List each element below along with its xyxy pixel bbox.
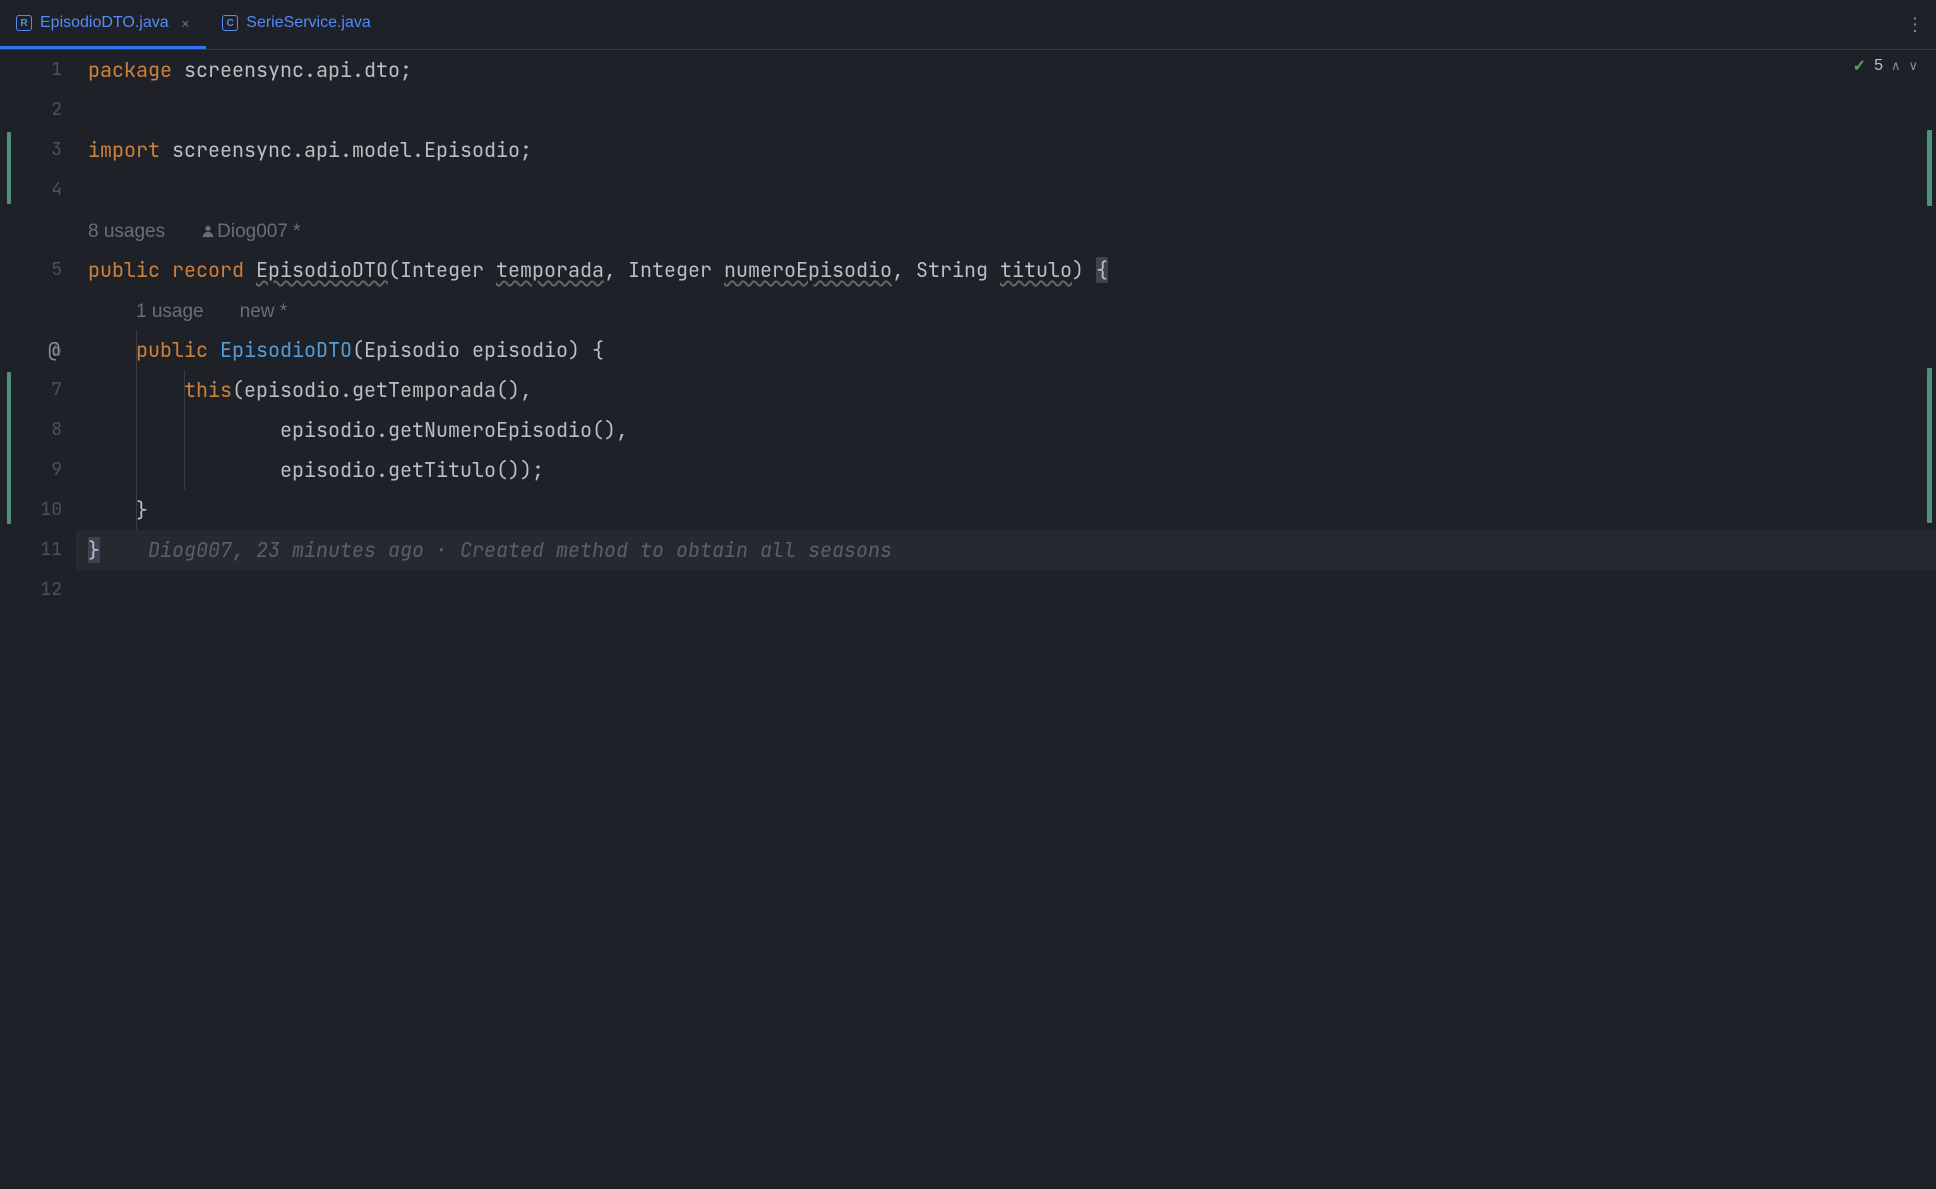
line-number[interactable]: 7 [0, 370, 76, 410]
java-record-icon: R [16, 15, 32, 31]
code-line[interactable]: package screensync.api.dto; [76, 50, 1936, 90]
code-line[interactable]: public record EpisodioDTO(Integer tempor… [76, 250, 1936, 290]
line-number-gutter: 1 2 3 4 5 6@ 7 8 9 10 11 12 [0, 50, 76, 1189]
line-number[interactable]: 6@ [0, 330, 76, 370]
code-line[interactable] [76, 170, 1936, 210]
java-class-icon: C [222, 15, 238, 31]
override-annotation-icon[interactable]: @ [48, 330, 60, 370]
vcs-added-marker[interactable] [7, 372, 11, 524]
code-line[interactable] [76, 570, 1936, 610]
tab-label: SerieService.java [246, 14, 371, 32]
code-line[interactable]: public EpisodioDTO(Episodio episodio) { [76, 330, 1936, 370]
tab-serieservice[interactable]: C SerieService.java [206, 0, 387, 49]
line-number[interactable]: 9 [0, 450, 76, 490]
line-number[interactable]: 11 [0, 530, 76, 570]
vcs-added-marker-right[interactable] [1927, 368, 1932, 523]
close-icon[interactable]: × [181, 13, 191, 34]
line-number[interactable]: 2 [0, 90, 76, 130]
code-line[interactable]: } [76, 490, 1936, 530]
right-gutter [1922, 50, 1936, 1189]
line-number[interactable]: 4 [0, 170, 76, 210]
line-number[interactable]: 3 [0, 130, 76, 170]
editor-tab-bar: R EpisodioDTO.java × C SerieService.java… [0, 0, 1936, 50]
code-line[interactable]: this(episodio.getTemporada(), [76, 370, 1936, 410]
line-number[interactable]: 5 [0, 250, 76, 290]
code-line-current[interactable]: } Diog007, 23 minutes ago · Created meth… [76, 530, 1936, 570]
usage-hint[interactable]: 8 usages Diog007 * [76, 210, 1936, 250]
vcs-added-marker-right[interactable] [1927, 130, 1932, 206]
line-number[interactable]: 8 [0, 410, 76, 450]
git-blame-annotation[interactable]: Diog007, 23 minutes ago · Created method… [148, 537, 892, 563]
code-line[interactable] [76, 90, 1936, 130]
editor-area: ✓ 5 ∧ ∨ 1 2 3 4 5 6@ 7 8 9 10 11 12 pack… [0, 50, 1936, 1189]
code-area[interactable]: package screensync.api.dto; import scree… [76, 50, 1936, 1189]
tab-label: EpisodioDTO.java [40, 14, 169, 32]
line-number[interactable]: 10 [0, 490, 76, 530]
more-tabs-icon[interactable]: ⋮ [1906, 13, 1924, 36]
gutter-spacer [0, 290, 76, 330]
code-line[interactable]: episodio.getTitulo()); [76, 450, 1936, 490]
gutter-spacer [0, 210, 76, 250]
tab-episodiodto[interactable]: R EpisodioDTO.java × [0, 0, 206, 49]
person-icon [201, 224, 215, 238]
code-line[interactable]: episodio.getNumeroEpisodio(), [76, 410, 1936, 450]
caret-position: } [88, 537, 100, 563]
code-line[interactable]: import screensync.api.model.Episodio; [76, 130, 1936, 170]
usage-hint[interactable]: 1 usage new * [76, 290, 1936, 330]
line-number[interactable]: 12 [0, 570, 76, 610]
vcs-added-marker[interactable] [7, 132, 11, 204]
line-number[interactable]: 1 [0, 50, 76, 90]
